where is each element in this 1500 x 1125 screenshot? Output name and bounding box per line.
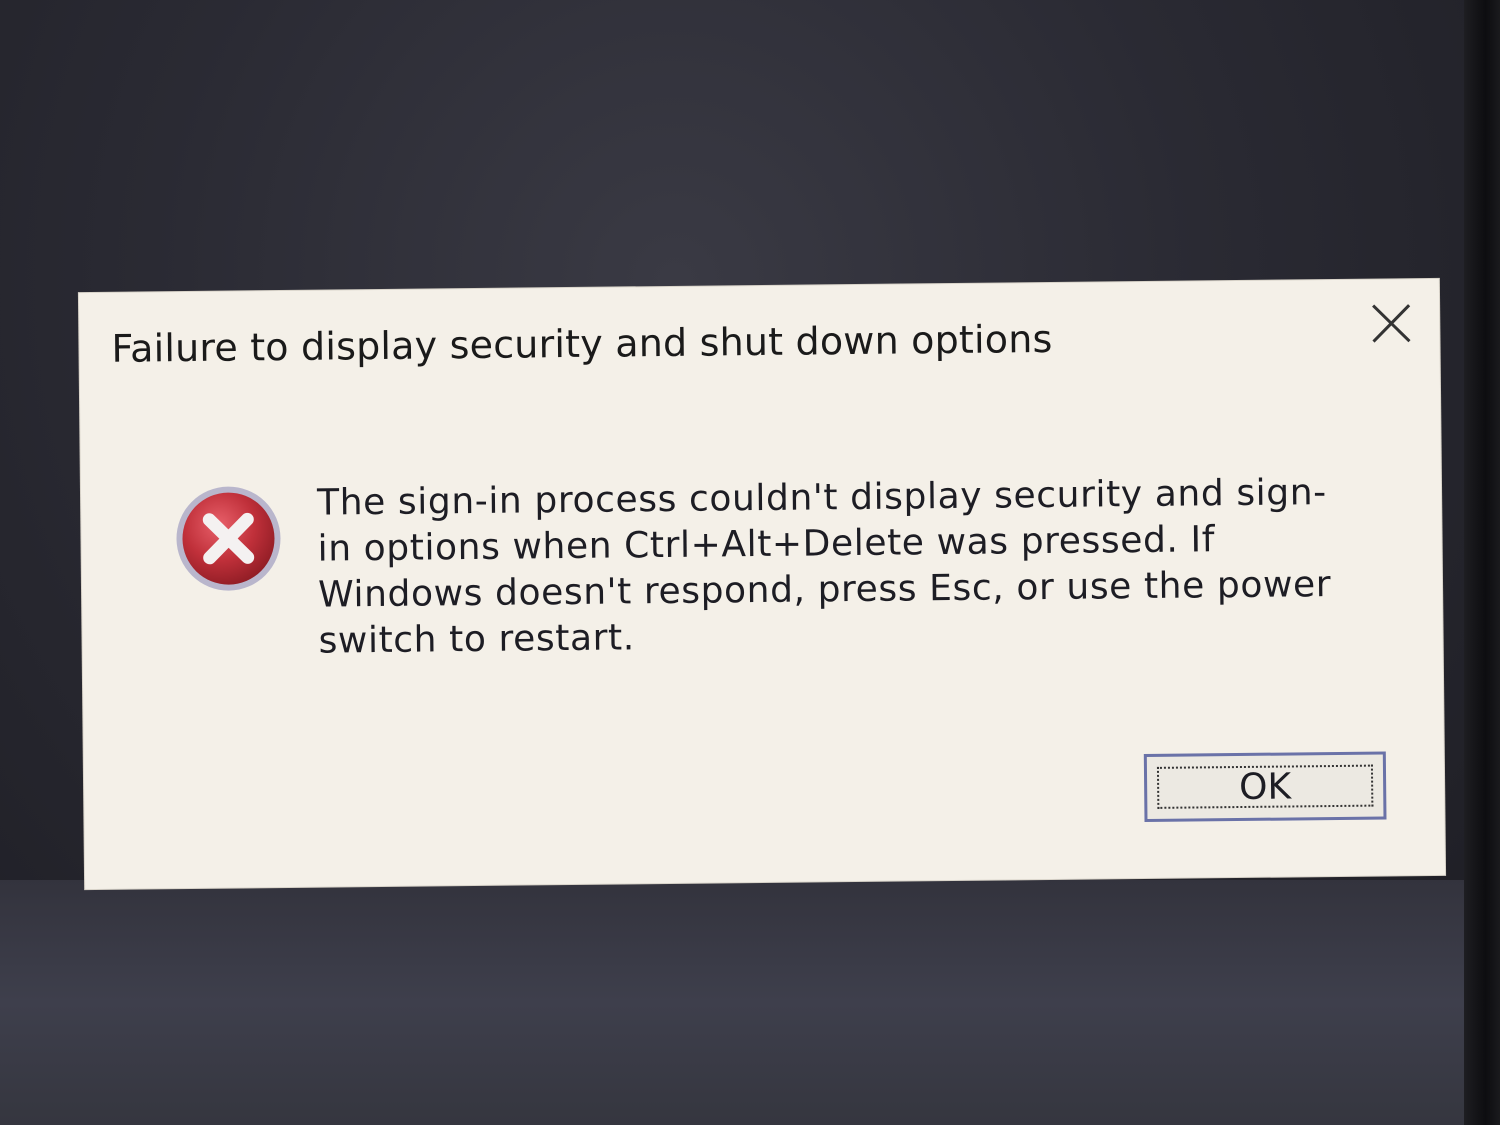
monitor-bezel xyxy=(1464,0,1500,1125)
error-icon xyxy=(173,483,284,594)
ok-button[interactable]: OK xyxy=(1143,751,1387,823)
close-button[interactable] xyxy=(1361,293,1422,354)
dialog-title: Failure to display security and shut dow… xyxy=(111,316,1053,371)
error-dialog: Failure to display security and shut dow… xyxy=(78,278,1446,890)
error-message: The sign-in process couldn't display sec… xyxy=(316,472,1332,662)
ok-button-label: OK xyxy=(1238,765,1292,808)
desktop-background xyxy=(0,880,1500,1125)
close-icon xyxy=(1372,304,1411,343)
